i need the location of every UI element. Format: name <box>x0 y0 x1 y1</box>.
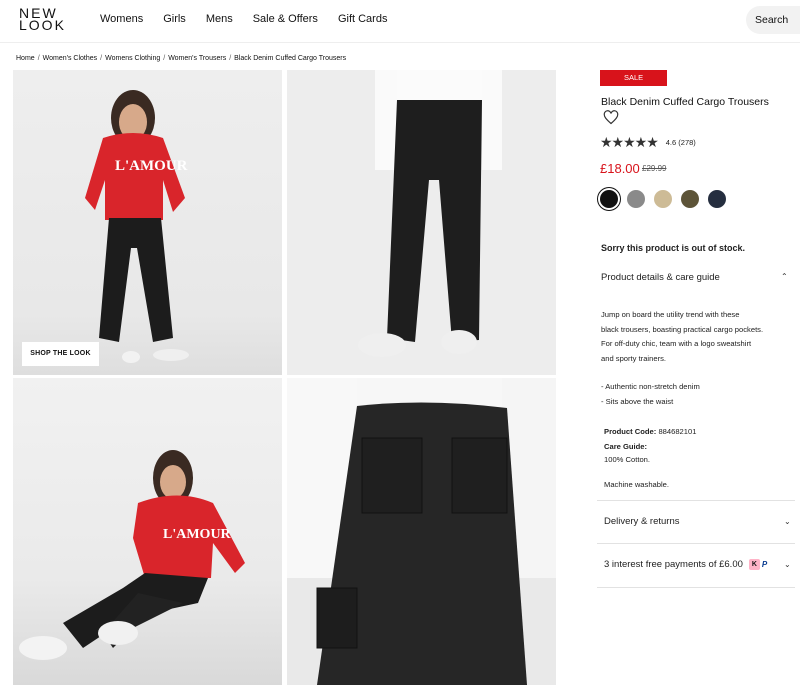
nav-sale-offers[interactable]: Sale & Offers <box>253 13 318 25</box>
description-line-3: For off-duty chic, team with a logo swea… <box>601 339 752 348</box>
product-description: Jump on board the utility trend with the… <box>601 308 799 366</box>
chevron-up-icon[interactable]: ⌃ <box>781 272 788 281</box>
chevron-down-icon[interactable]: ⌄ <box>784 517 791 526</box>
product-code: Product Code: 884682101 <box>604 427 696 436</box>
description-line-4: and sporty trainers. <box>601 353 666 363</box>
product-features: - Authentic non-stretch denim - Sits abo… <box>601 380 700 409</box>
description-line-2: black trousers, boasting practical cargo… <box>601 324 764 334</box>
sweatshirt-print: L'AMOUR <box>115 158 188 174</box>
site-header: NEW LOOK Womens Girls Mens Sale & Offers… <box>0 0 800 43</box>
out-of-stock-message: Sorry this product is out of stock. <box>601 243 746 253</box>
breadcrumb-womens-clothing[interactable]: Womens Clothing <box>105 55 160 62</box>
breadcrumb-womens-trousers[interactable]: Women's Trousers <box>168 55 226 62</box>
swatch-black[interactable] <box>600 190 618 208</box>
care-guide-label: Care Guide: <box>604 442 648 451</box>
chevron-down-icon[interactable]: ⌄ <box>784 560 791 569</box>
main-nav: Womens Girls Mens Sale & Offers Gift Car… <box>100 13 407 25</box>
delivery-returns-header[interactable]: Delivery & returns <box>604 516 680 527</box>
care-composition: 100% Cotton. <box>604 455 651 464</box>
nav-womens[interactable]: Womens <box>100 13 143 25</box>
details-accordion-header[interactable]: Product details & care guide <box>601 272 720 283</box>
care-washing: Machine washable. <box>604 480 670 489</box>
divider <box>597 543 795 544</box>
product-image-2[interactable] <box>287 70 556 375</box>
swatch-grey[interactable] <box>627 190 645 208</box>
nav-gift-cards[interactable]: Gift Cards <box>338 13 388 25</box>
nav-mens[interactable]: Mens <box>206 13 233 25</box>
description-line-1: Jump on board the utility trend with the… <box>601 310 740 319</box>
sale-badge: SALE <box>600 70 667 86</box>
klarna-icon: K <box>748 559 760 570</box>
breadcrumb-womens-clothes[interactable]: Women's Clothes <box>43 55 98 62</box>
nav-girls[interactable]: Girls <box>163 13 186 25</box>
heart-icon[interactable] <box>603 110 619 125</box>
payments-header[interactable]: 3 interest free payments of £6.00 K P <box>604 559 767 570</box>
product-code-label: Product Code: <box>604 427 657 436</box>
search-button[interactable]: Search <box>746 6 800 34</box>
swatch-stone[interactable] <box>654 190 672 208</box>
colour-swatches <box>600 190 735 208</box>
divider <box>597 500 795 501</box>
product-rating[interactable]: ★★★★★ 4.6 (278) <box>600 134 696 151</box>
current-price: £18.00 <box>600 161 640 176</box>
rating-text: 4.6 (278) <box>665 138 696 147</box>
shop-the-look-button[interactable]: SHOP THE LOOK <box>22 342 99 366</box>
breadcrumb-home[interactable]: Home <box>16 55 35 62</box>
paypal-icon: P <box>761 560 768 569</box>
product-image-3[interactable]: L'AMOUR <box>13 378 282 685</box>
breadcrumb-current: Black Denim Cuffed Cargo Trousers <box>234 55 347 62</box>
product-code-value: 884682101 <box>658 427 697 436</box>
swatch-navy[interactable] <box>708 190 726 208</box>
feature-2: - Sits above the waist <box>601 396 674 406</box>
feature-1: - Authentic non-stretch denim <box>601 382 700 391</box>
new-look-logo[interactable]: NEW LOOK <box>19 6 69 33</box>
breadcrumb: Home / Women's Clothes / Womens Clothing / Wom… <box>16 55 347 62</box>
swatch-khaki[interactable] <box>681 190 699 208</box>
product-image-4[interactable] <box>287 378 556 685</box>
was-price: £29.99 <box>642 164 667 173</box>
payments-text: 3 interest free payments of £6.00 <box>604 559 743 571</box>
product-image-1[interactable]: L'AMOUR <box>13 70 282 375</box>
sweatshirt-print-2: L'AMOUR <box>163 527 232 542</box>
logo-line-2: LOOK <box>19 17 66 33</box>
rating-stars-icon: ★★★★★ <box>600 134 659 150</box>
divider <box>597 587 795 588</box>
product-title: Black Denim Cuffed Cargo Trousers <box>601 96 769 108</box>
